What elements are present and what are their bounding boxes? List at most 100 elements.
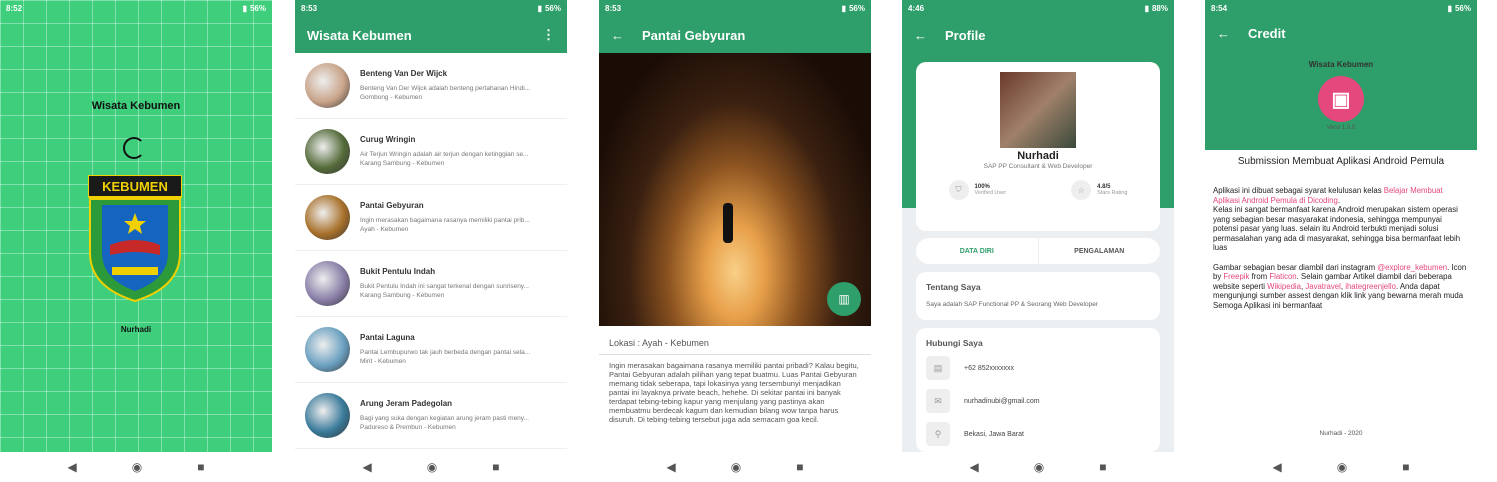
home-nav-icon[interactable]: ◉ [1337,460,1347,474]
home-nav-icon[interactable]: ◉ [427,460,437,474]
recents-nav-icon[interactable]: ■ [796,460,803,474]
app-bar: Wisata Kebumen ⋮ [295,17,567,53]
list-item-desc: Bukit Pentulu Indah ini sangat terkenal … [360,283,529,290]
about-text: Saya adalah SAP Functional PP & Seorang … [926,301,1098,308]
person-silhouette [723,203,733,243]
about-title: Tentang Saya [926,282,981,292]
recents-nav-icon[interactable]: ■ [1099,460,1106,474]
list-item-text: Benteng Van Der Wijck Benteng Van Der Wij… [360,69,555,102]
star-icon: ☆ [1071,180,1092,200]
app-title: Wisata Kebumen [307,27,412,43]
profile-tabs: DATA DIRI PENGALAMAN [916,238,1160,264]
list-item-location: Padureso & Prembun - Kebumen [360,424,456,431]
ihategreenjello-link[interactable]: ihategreenjello [1345,282,1396,291]
list-item-title: Pantai Laguna [360,333,415,342]
app-bar: ← Pantai Gebyuran [599,17,871,53]
list-item[interactable]: Curug Wringin Air Terjun Wringin adalah a… [295,119,567,185]
nav-bar: ◀ ◉ ■ [0,452,272,482]
instagram-link[interactable]: @explore_kebumen [1377,263,1447,272]
splash-screen: 8:52 ▮ 56% Wisata Kebumen KEBUMEN Nurhadi… [0,0,272,482]
p1-text: Aplikasi ini dibuat sebagai syarat kelul… [1213,186,1384,195]
tourism-list: Benteng Van Der Wijck Benteng Van Der Wij… [295,53,567,452]
recents-nav-icon[interactable]: ■ [1402,460,1409,474]
contact-email: nurhadinubi@gmail.com [964,397,1040,405]
profile-role: SAP PP Consultant & Web Developer [983,163,1093,170]
back-nav-icon[interactable]: ◀ [1273,460,1282,474]
list-item-title: Bukit Pentulu Indah [360,267,436,276]
back-nav-icon[interactable]: ◀ [667,460,676,474]
profile-stats: ⛉ 100% Verified User ☆ 4.8/5 Stars Rating [916,180,1160,200]
back-nav-icon[interactable]: ◀ [68,460,77,474]
tab-data-diri[interactable]: DATA DIRI [916,238,1039,264]
back-nav-icon[interactable]: ◀ [970,460,979,474]
battery-level: 56% [1454,4,1471,13]
map-fab-button[interactable]: ▥ [827,282,861,316]
app-bar: ← Credit [1205,17,1477,50]
list-item-location: Karang Sambung - Kebumen [360,292,445,299]
battery-icon: ▮ [841,4,846,13]
list-item-location: Gombong - Kebumen [360,94,423,101]
list-item-thumbnail [305,129,350,174]
contact-phone-row[interactable]: ▤ +62 852xxxxxxx [926,356,1150,380]
shield-icon: ⛉ [948,180,969,200]
logo-text: KEBUMEN [102,179,168,194]
recents-nav-icon[interactable]: ■ [197,460,204,474]
app-bar: ← Profile [902,17,1174,53]
contact-address-row[interactable]: ⚲ Bekasi, Jawa Barat [926,422,1150,446]
status-time: 8:53 [605,4,622,13]
list-item[interactable]: Pantai Laguna Pantai Lembupurwo tak jauh … [295,317,567,383]
back-arrow-icon[interactable]: ← [611,28,624,43]
recents-nav-icon[interactable]: ■ [492,460,499,474]
app-logo: ▣ [1318,76,1364,122]
overflow-menu-icon[interactable]: ⋮ [542,27,555,43]
home-nav-icon[interactable]: ◉ [132,460,142,474]
splash-background: 8:52 ▮ 56% Wisata Kebumen KEBUMEN Nurhadi [0,0,272,452]
status-time: 8:53 [301,4,318,13]
map-icon: ▥ [838,292,850,306]
stat2-label: Stars Rating [1097,190,1128,196]
battery-icon: ▮ [537,4,542,13]
list-item-text: Curug Wringin Air Terjun Wringin adalah a… [360,135,555,168]
list-item[interactable]: Bukit Pentulu Indah Bukit Pentulu Indah i… [295,251,567,317]
list-item-thumbnail [305,63,350,108]
status-bar: 8:53 ▮ 56% [599,0,871,17]
javatravel-link[interactable]: Javatravel [1305,282,1341,291]
credit-header: Wisata Kebumen ▣ Versi 1.0.0 [1205,50,1477,150]
back-nav-icon[interactable]: ◀ [363,460,372,474]
credit-screen: 8:54 ▮ 56% ← Credit Wisata Kebumen ▣ Vers… [1205,0,1477,482]
list-item[interactable]: Arung Jeram Padegolan Bagi yang suka deng… [295,383,567,449]
wikipedia-link[interactable]: Wikipedia [1267,282,1301,291]
home-nav-icon[interactable]: ◉ [731,460,741,474]
nav-bar: ◀ ◉ ■ [902,452,1174,482]
beach-image: ▥ [599,53,871,326]
battery-level: 88% [1151,4,1168,13]
contact-card-icon: ▤ [926,356,950,380]
stat-verified: ⛉ 100% Verified User [948,180,1006,200]
flaticon-link[interactable]: Flaticon [1269,272,1296,281]
status-time: 8:52 [6,4,23,13]
battery-icon: ▮ [242,4,247,13]
location-pin-icon: ⚲ [926,422,950,446]
status-time: 8:54 [1211,4,1228,13]
battery-icon: ▮ [1144,4,1149,13]
location-label: Lokasi : Ayah - Kebumen [599,326,871,355]
list-item[interactable]: Pantai Gebyuran Ingin merasakan bagaimana… [295,185,567,251]
p3-text-a: Gambar sebagian besar diambil dari insta… [1213,262,1378,272]
list-item-thumbnail [305,195,350,240]
status-bar: 8:54 ▮ 56% [1205,0,1477,17]
detail-screen: 8:53 ▮ 56% ← Pantai Gebyuran ▥ Lokasi : A… [599,0,871,482]
freepik-link[interactable]: Freepik [1223,272,1249,281]
home-nav-icon[interactable]: ◉ [1034,460,1044,474]
contact-email-row[interactable]: ✉ nurhadinubi@gmail.com [926,389,1150,413]
back-arrow-icon[interactable]: ← [914,28,927,43]
back-arrow-icon[interactable]: ← [1217,26,1230,41]
tab-pengalaman[interactable]: PENGALAMAN [1039,238,1161,264]
list-item-thumbnail [305,393,350,438]
list-item-text: Pantai Gebyuran Ingin merasakan bagaimana… [360,201,555,234]
contact-address: Bekasi, Jawa Barat [964,430,1024,438]
credit-footer: Nurhadi - 2020 [1319,430,1363,437]
list-item-title: Benteng Van Der Wijck [360,69,448,78]
battery-level: 56% [544,4,561,13]
list-item[interactable]: Benteng Van Der Wijck Benteng Van Der Wij… [295,53,567,119]
credit-body: Aplikasi ini dibuat sebagai syarat kelul… [1205,186,1477,310]
